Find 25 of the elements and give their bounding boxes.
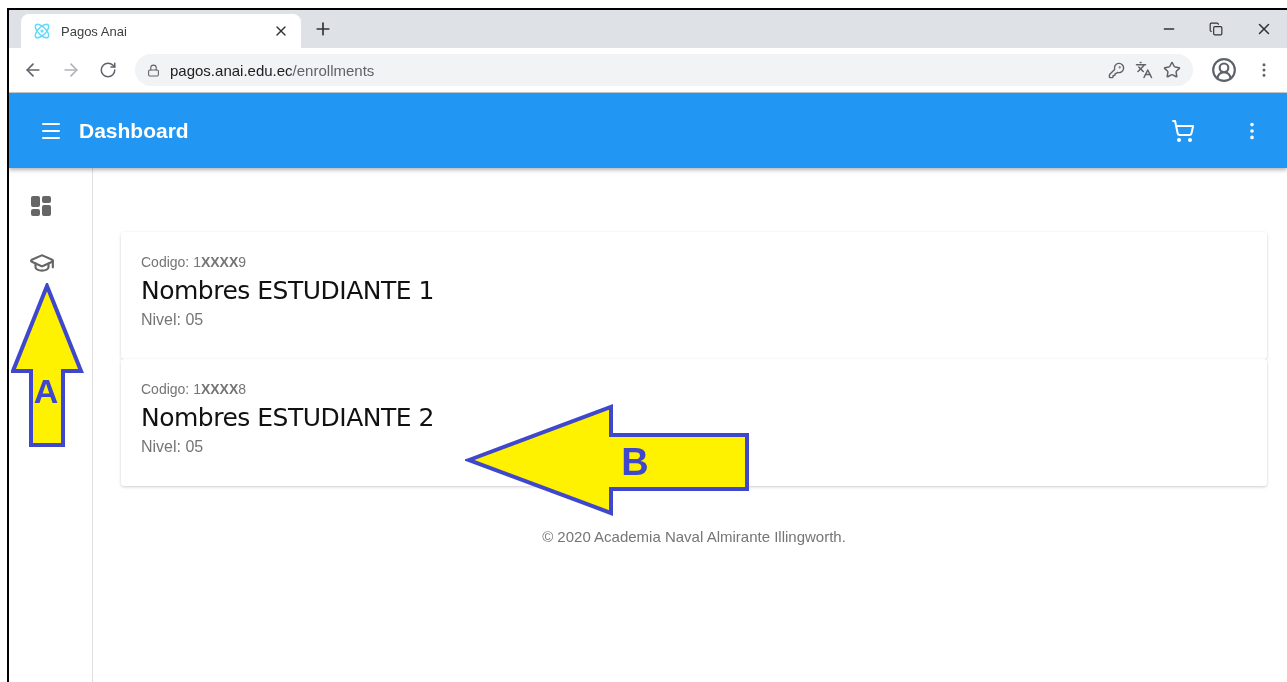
cart-icon[interactable] (1171, 118, 1195, 143)
student-name: Nombres ESTUDIANTE 2 (141, 403, 435, 432)
student-code: Codigo: 1XXXX8 (141, 381, 248, 397)
student-code: Codigo: 1XXXX9 (141, 254, 248, 270)
lock-icon (147, 63, 160, 77)
translate-icon[interactable] (1135, 61, 1153, 79)
profile-icon[interactable] (1211, 57, 1237, 83)
star-icon[interactable] (1163, 61, 1181, 79)
callout-label: B (621, 441, 649, 483)
app-title: Dashboard (79, 118, 190, 143)
address-bar[interactable]: pagos.anai.edu.ec/enrollments (135, 54, 1193, 86)
enrollment-card[interactable]: Codigo: 1XXXX9 Nombres ESTUDIANTE 1 Nivel: 05 (121, 232, 1267, 359)
dashboard-icon[interactable] (29, 194, 53, 218)
footer-text: © 2020 Academia Naval Almirante Illingworth. (541, 528, 847, 545)
url-text: pagos.anai.edu.ec/enrollments (170, 61, 376, 79)
tab-title: Pagos Anai (61, 23, 128, 39)
restore-icon[interactable] (1209, 22, 1223, 36)
key-icon[interactable] (1108, 61, 1125, 79)
atom-icon (33, 22, 51, 40)
reload-icon[interactable] (99, 61, 117, 79)
callout-label: A (33, 372, 59, 410)
browser-tab[interactable]: Pagos Anai (21, 14, 301, 48)
student-name: Nombres ESTUDIANTE 1 (141, 276, 435, 305)
student-level: Nivel: 05 (141, 438, 205, 456)
student-level: Nivel: 05 (141, 311, 205, 329)
